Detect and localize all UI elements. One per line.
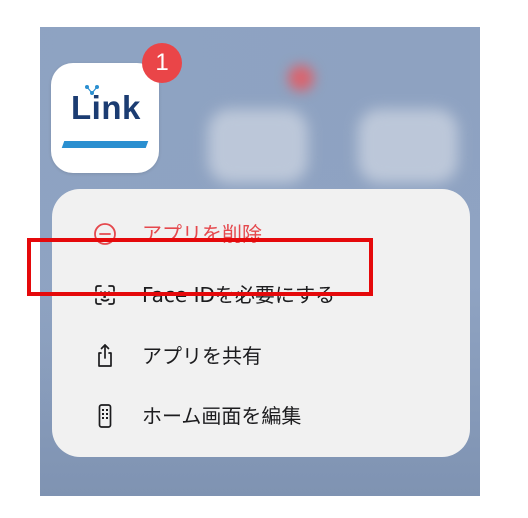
logo-dots-icon <box>85 85 99 95</box>
blurred-badge <box>288 65 314 91</box>
context-menu: アプリを削除 Face IDを必要にする アプリを共有 ホーム画面を編集 <box>52 189 470 457</box>
blurred-app-icon <box>358 109 458 183</box>
phone-icon <box>98 404 112 428</box>
logo-stripe <box>61 141 149 148</box>
notification-badge: 1 <box>142 43 182 83</box>
share-icon <box>98 344 112 367</box>
blurred-app-icon <box>208 109 308 183</box>
highlight-box <box>27 238 373 296</box>
share-app-menu-item[interactable]: アプリを共有 <box>52 326 470 386</box>
edit-home-screen-label: ホーム画面を編集 <box>142 404 302 428</box>
share-app-label: アプリを共有 <box>142 344 262 368</box>
app-logo-text: Link <box>71 89 141 126</box>
link-app-icon[interactable]: Link <box>51 63 159 173</box>
edit-home-screen-menu-item[interactable]: ホーム画面を編集 <box>52 386 470 446</box>
